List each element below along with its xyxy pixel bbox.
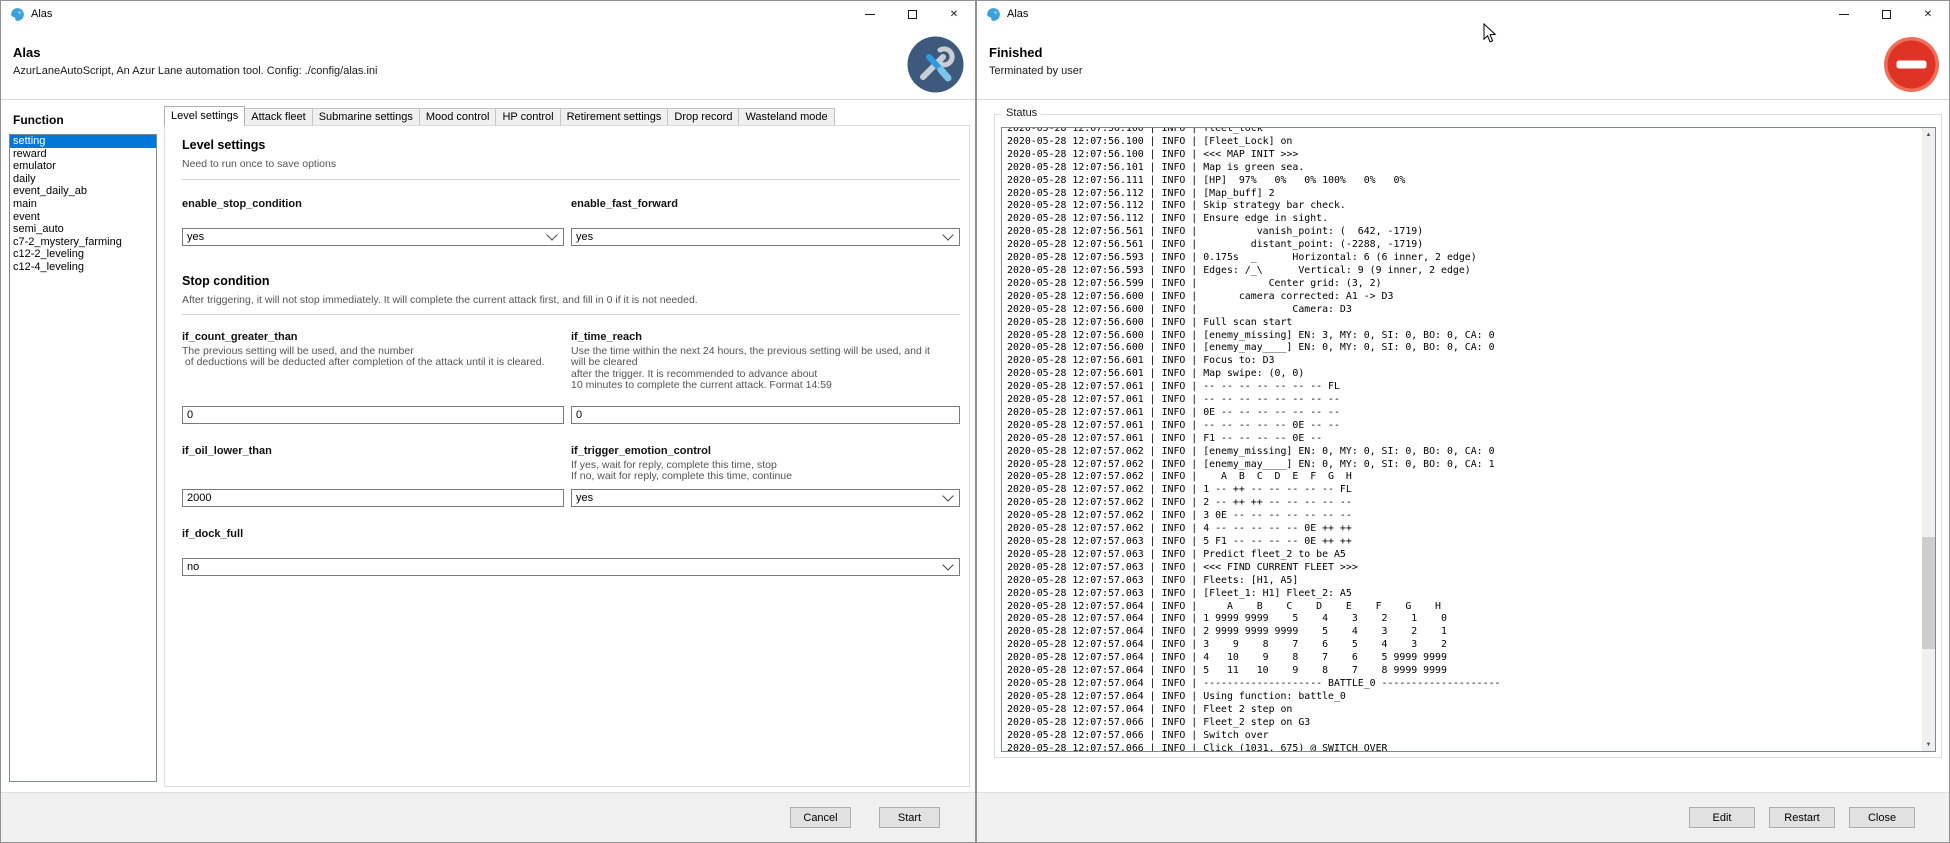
desc-if-count-greater-than: The previous setting will be used, and t… — [182, 346, 544, 369]
combo-value: yes — [183, 231, 548, 243]
window-title: Alas — [1007, 8, 1028, 20]
function-list: setting reward emulator daily event_dail… — [9, 134, 157, 782]
combo-enable-fast-forward[interactable]: yes — [571, 228, 960, 246]
status-subtitle: Terminated by user — [989, 65, 1083, 77]
sidebar-item-event[interactable]: event — [10, 211, 156, 224]
section-title-level-settings: Level settings — [182, 138, 265, 152]
alas-logo-icon — [986, 7, 1001, 22]
input-if-count-greater-than[interactable] — [182, 406, 564, 424]
minimize-button[interactable] — [849, 1, 891, 28]
sidebar-item-c12-2-leveling[interactable]: c12-2_leveling — [10, 248, 156, 261]
section-title-stop-condition: Stop condition — [182, 274, 269, 288]
combo-enable-stop-condition[interactable]: yes — [182, 228, 564, 246]
maximize-button[interactable] — [1865, 1, 1907, 28]
close-button[interactable]: ✕ — [933, 1, 975, 28]
title-bar[interactable]: Alas ✕ — [1, 1, 975, 28]
window-title: Alas — [31, 8, 52, 20]
tab-submarine-settings[interactable]: Submarine settings — [313, 108, 420, 126]
tab-attack-fleet[interactable]: Attack fleet — [245, 108, 312, 126]
tab-level-settings[interactable]: Level settings — [164, 106, 245, 126]
combo-value: yes — [572, 492, 944, 504]
scroll-down-icon[interactable]: ▼ — [1922, 738, 1935, 751]
minimize-icon — [1839, 14, 1849, 15]
sidebar-item-event-daily-ab[interactable]: event_daily_ab — [10, 185, 156, 198]
cancel-button[interactable]: Cancel — [790, 807, 851, 828]
label-if-trigger-emotion-control: if_trigger_emotion_control — [571, 445, 711, 457]
footer-bar: Cancel Start — [1, 792, 975, 842]
chevron-down-icon — [942, 490, 953, 501]
section-desc-level-settings: Need to run once to save options — [182, 159, 336, 171]
page-title: Alas — [13, 45, 40, 60]
input-if-oil-lower-than[interactable] — [182, 489, 564, 507]
combo-value: no — [183, 561, 944, 573]
maximize-icon — [908, 10, 917, 19]
tab-wasteland-mode[interactable]: Wasteland mode — [739, 108, 834, 126]
status-groupbox-label: Status — [1002, 107, 1041, 119]
chevron-down-icon — [942, 229, 953, 240]
tab-mood-control[interactable]: Mood control — [420, 108, 497, 126]
start-button[interactable]: Start — [879, 807, 940, 828]
maximize-icon — [1882, 10, 1891, 19]
alas-logo-icon — [10, 7, 25, 22]
sidebar-item-daily[interactable]: daily — [10, 173, 156, 186]
chevron-down-icon — [942, 559, 953, 570]
restart-button[interactable]: Restart — [1769, 807, 1835, 828]
title-bar[interactable]: Alas ✕ — [977, 1, 1949, 28]
header-divider — [977, 99, 1949, 100]
minimize-button[interactable] — [1823, 1, 1865, 28]
edit-button[interactable]: Edit — [1689, 807, 1755, 828]
sidebar-item-setting[interactable]: setting — [10, 135, 156, 148]
sidebar-item-emulator[interactable]: emulator — [10, 160, 156, 173]
sidebar-item-semi-auto[interactable]: semi_auto — [10, 223, 156, 236]
section-divider — [182, 179, 960, 180]
tools-badge-icon — [907, 36, 964, 93]
log-scrollbar[interactable]: ▲ ▼ — [1922, 128, 1935, 751]
tab-drop-record[interactable]: Drop record — [668, 108, 739, 126]
status-groupbox: Status 2020-05-28 12:07:56.100 | INFO | … — [994, 114, 1942, 758]
page-subtitle: AzurLaneAutoScript, An Azur Lane automat… — [13, 65, 377, 77]
desc-if-time-reach: Use the time within the next 24 hours, t… — [571, 346, 960, 391]
header-divider — [1, 99, 975, 100]
alas-config-window: Alas ✕ Alas AzurLaneAutoScript, An Azur … — [0, 0, 976, 843]
label-if-count-greater-than: if_count_greater_than — [182, 331, 298, 343]
status-title: Finished — [989, 45, 1042, 60]
sidebar-item-reward[interactable]: reward — [10, 148, 156, 161]
desc-if-trigger-emotion-control: If yes, wait for reply, complete this ti… — [571, 460, 792, 483]
label-enable-stop-condition: enable_stop_condition — [182, 198, 302, 210]
close-icon: ✕ — [950, 9, 958, 20]
section-desc-stop-condition: After triggering, it will not stop immed… — [182, 295, 960, 307]
sidebar-item-c12-4-leveling[interactable]: c12-4_leveling — [10, 261, 156, 274]
close-button[interactable]: ✕ — [1907, 1, 1949, 28]
tab-retirement-settings[interactable]: Retirement settings — [561, 108, 669, 126]
close-icon: ✕ — [1924, 9, 1932, 20]
sidebar-item-main[interactable]: main — [10, 198, 156, 211]
input-if-time-reach[interactable] — [571, 406, 960, 424]
tab-hp-control[interactable]: HP control — [496, 108, 560, 126]
function-panel-label: Function — [13, 113, 64, 127]
scrollbar-thumb[interactable] — [1922, 537, 1935, 649]
alas-log-window: Alas ✕ Finished Terminated by user Statu… — [976, 0, 1950, 843]
level-settings-tab-page: Level settings Need to run once to save … — [164, 125, 970, 787]
scroll-up-icon[interactable]: ▲ — [1922, 128, 1935, 141]
label-if-dock-full: if_dock_full — [182, 528, 243, 540]
log-output: 2020-05-28 12:07:56.100 | INFO | fleet_l… — [1002, 127, 1935, 752]
stop-badge-icon — [1883, 36, 1940, 93]
minimize-icon — [865, 14, 875, 15]
label-if-time-reach: if_time_reach — [571, 331, 642, 343]
label-enable-fast-forward: enable_fast_forward — [571, 198, 678, 210]
settings-tab-bar: Level settings Attack fleet Submarine se… — [164, 107, 835, 126]
log-viewport[interactable]: 2020-05-28 12:07:56.100 | INFO | fleet_l… — [1001, 127, 1936, 752]
label-if-oil-lower-than: if_oil_lower_than — [182, 445, 272, 457]
maximize-button[interactable] — [891, 1, 933, 28]
combo-if-dock-full[interactable]: no — [182, 558, 960, 576]
close-action-button[interactable]: Close — [1849, 807, 1915, 828]
combo-value: yes — [572, 231, 944, 243]
chevron-down-icon — [546, 229, 557, 240]
combo-if-trigger-emotion-control[interactable]: yes — [571, 489, 960, 507]
section-divider — [182, 314, 960, 315]
sidebar-item-c7-2-mystery-farming[interactable]: c7-2_mystery_farming — [10, 236, 156, 249]
footer-bar: Edit Restart Close — [977, 792, 1949, 842]
